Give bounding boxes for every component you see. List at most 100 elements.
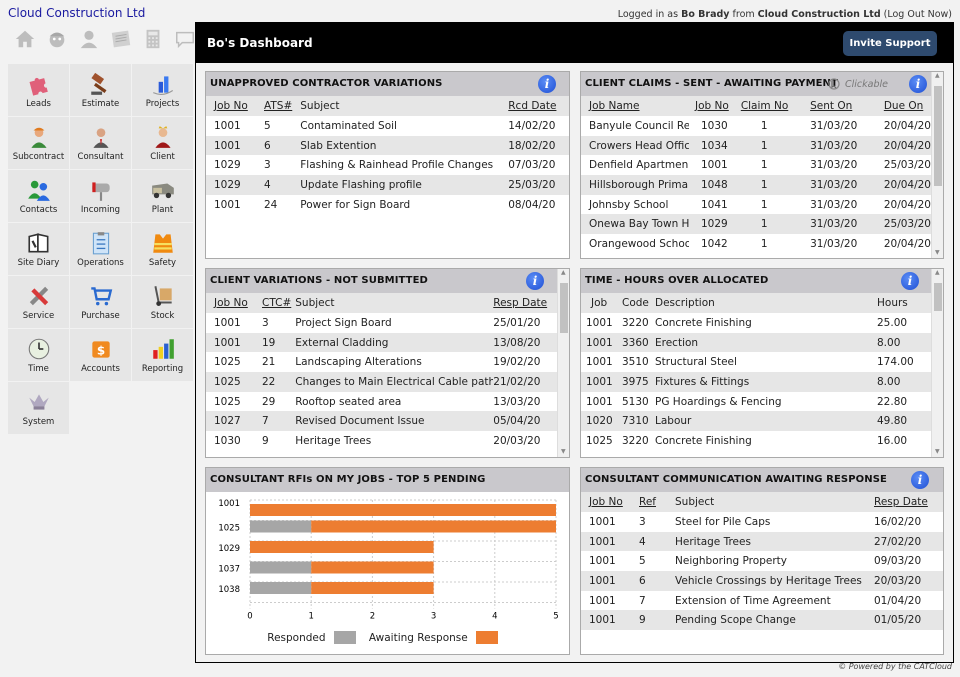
table-row[interactable]: 1025 22 Changes to Main Electrical Cable p… [206,372,557,392]
nav-item-contacts[interactable]: Contacts [8,170,69,222]
table-row[interactable]: 1029 4 Update Flashing profile 25/03/20 [206,175,569,195]
table-row[interactable]: 1025 21 Landscaping Alterations 19/02/20 [206,352,557,372]
nav-item-service[interactable]: Service [8,276,69,328]
table-row[interactable]: Hillsborough Prima 1048 1 31/03/20 20/04/20 [581,175,931,195]
sort-sent-on[interactable]: Sent On [810,100,852,112]
table-row[interactable]: 1001 5 Neighboring Property 09/03/20 [581,551,943,571]
sort-job-name[interactable]: Job Name [589,100,640,112]
bar-awaiting-response-1029[interactable] [250,541,434,553]
panel-title: TIME - HOURS OVER ALLOCATED [585,275,769,286]
sort-job-no[interactable]: Job No [695,100,729,112]
table-row[interactable]: 1001 7 Extension of Time Agreement 01/04/20 [581,591,943,611]
document-icon[interactable] [108,26,134,52]
nav-item-accounts[interactable]: $ Accounts [70,329,131,381]
cell: 1042 [701,237,728,250]
table-row[interactable]: Crowers Head Offic 1034 1 31/03/20 20/04/20 [581,135,931,156]
table-row[interactable]: 1025 29 Rooftop seated area 13/03/20 [206,392,557,412]
cell: 3975 [617,372,651,392]
table-row[interactable]: 1030 9 Heritage Trees 20/03/20 [206,431,557,451]
home-icon[interactable] [12,26,38,52]
nav-item-incoming[interactable]: Incoming [70,170,131,222]
nav-item-estimate[interactable]: Estimate [70,64,131,116]
sort-rcd-date[interactable]: Rcd Date [508,100,556,112]
table-row[interactable]: 1001 19 External Cladding 13/08/20 [206,332,557,353]
bar-awaiting-response-1025[interactable] [311,520,556,533]
table-row[interactable]: Denfield Apartmen 1001 1 31/03/20 25/03/20 [581,155,931,175]
table-row[interactable]: 1001 4 Heritage Trees 27/02/20 [581,531,943,552]
col-subject: Subject [292,96,501,116]
table-row[interactable]: 1025 3220 Concrete Finishing 16.00 [581,431,931,451]
bar-responded-1037[interactable] [250,561,312,574]
table-row[interactable]: 1001 24 Power for Sign Board 08/04/20 [206,195,569,215]
col-description: Description [651,293,877,313]
table-row[interactable]: Johnsby School 1041 1 31/03/20 20/04/20 [581,195,931,215]
table-row[interactable]: Banyule Council Re 1030 1 31/03/20 20/04/20 [581,116,931,136]
cell: Revised Document Issue [291,411,494,432]
bar-awaiting-response-1038[interactable] [311,582,434,594]
table-row[interactable]: Orangewood Schoo 1042 1 31/03/20 20/04/20 [581,234,931,254]
scrollbar[interactable]: ▲ ▼ [931,72,943,258]
table-row[interactable]: 1001 6 Vehicle Crossings by Heritage Trees… [581,571,943,591]
nav-item-site-diary[interactable]: Site Diary [8,223,69,275]
scrollbar[interactable]: ▲ ▼ [931,269,943,457]
nav-item-reporting[interactable]: Reporting [132,329,193,381]
info-icon[interactable]: i [526,272,544,290]
scrollbar[interactable]: ▲ ▼ [557,269,569,457]
nav-item-system[interactable]: System [8,382,69,434]
table-row[interactable]: 1029 3 Flashing & Rainhead Profile Changes… [206,155,569,175]
sort-resp-date[interactable]: Resp Date [493,297,547,309]
nav-item-leads[interactable]: Leads [8,64,69,116]
bar-responded-1025[interactable] [250,520,312,533]
sort-job-no[interactable]: Job No [589,496,623,508]
nav-item-purchase[interactable]: Purchase [70,276,131,328]
cell: 1025 [206,372,254,392]
nav-item-consultant[interactable]: Consultant [70,117,131,169]
calculator-icon[interactable] [140,26,166,52]
nav-item-safety[interactable]: Safety [132,223,193,275]
tools-icon [26,284,52,308]
consultant-comm-table: Job No Ref Subject Resp Date 1001 3 Steel … [581,492,943,631]
bar-awaiting-response-1037[interactable] [311,561,434,574]
table-row[interactable]: 1001 3360 Erection 8.00 [581,332,931,353]
sort-due-on[interactable]: Due On [884,100,923,112]
info-icon[interactable]: i [911,471,929,489]
sort-job-no[interactable]: Job No [214,100,248,112]
nav-item-client[interactable]: Client [132,117,193,169]
logout-link[interactable]: (Log Out Now) [884,9,952,20]
nav-item-operations[interactable]: Operations [70,223,131,275]
cell: 1001 [214,119,241,132]
table-row[interactable]: Onewa Bay Town H 1029 1 31/03/20 25/03/20 [581,214,931,235]
table-row[interactable]: 1001 9 Pending Scope Change 01/05/20 [581,610,943,631]
table-row[interactable]: 1020 7310 Labour 49.80 [581,411,931,432]
info-icon[interactable]: i [538,75,556,93]
sort-claim-no[interactable]: Claim No [741,100,788,112]
nav-item-projects[interactable]: Projects [132,64,193,116]
table-row[interactable]: 1001 3220 Concrete Finishing 25.00 [581,313,931,333]
person-icon[interactable] [76,26,102,52]
nav-item-plant[interactable]: Plant [132,170,193,222]
sort-resp-date[interactable]: Resp Date [874,496,928,508]
invite-support-button[interactable]: Invite Support [843,31,937,56]
table-row[interactable]: 1001 6 Slab Extention 18/02/20 [206,135,569,156]
table-row[interactable]: 1001 3510 Structural Steel 174.00 [581,352,931,372]
table-row[interactable]: 1027 7 Revised Document Issue 05/04/20 [206,411,557,432]
info-icon[interactable]: i [901,272,919,290]
info-icon[interactable]: i [909,75,927,93]
table-row[interactable]: 1001 5130 PG Hoardings & Fencing 22.80 [581,392,931,412]
sort-job-no[interactable]: Job No [214,297,248,309]
table-row[interactable]: 1001 3975 Fixtures & Fittings 8.00 [581,372,931,392]
nav-item-subcontract[interactable]: Subcontract [8,117,69,169]
table-row[interactable]: 1001 3 Steel for Pile Caps 16/02/20 [581,512,943,532]
sort-ref[interactable]: Ref [639,496,656,508]
cell: 13/03/20 [493,395,541,408]
nav-item-time[interactable]: Time [8,329,69,381]
table-row[interactable]: 1001 3 Project Sign Board 25/01/20 [206,313,557,333]
bar-responded-1038[interactable] [250,582,312,594]
table-row[interactable]: 1001 5 Contaminated Soil 14/02/20 [206,116,569,136]
hand-truck-icon [150,284,176,308]
nav-item-stock[interactable]: Stock [132,276,193,328]
sort-ats[interactable]: ATS# [264,100,292,112]
bar-awaiting-response-1001[interactable] [250,504,556,516]
sort-ctc[interactable]: CTC# [262,297,291,309]
worker-icon[interactable] [44,26,70,52]
